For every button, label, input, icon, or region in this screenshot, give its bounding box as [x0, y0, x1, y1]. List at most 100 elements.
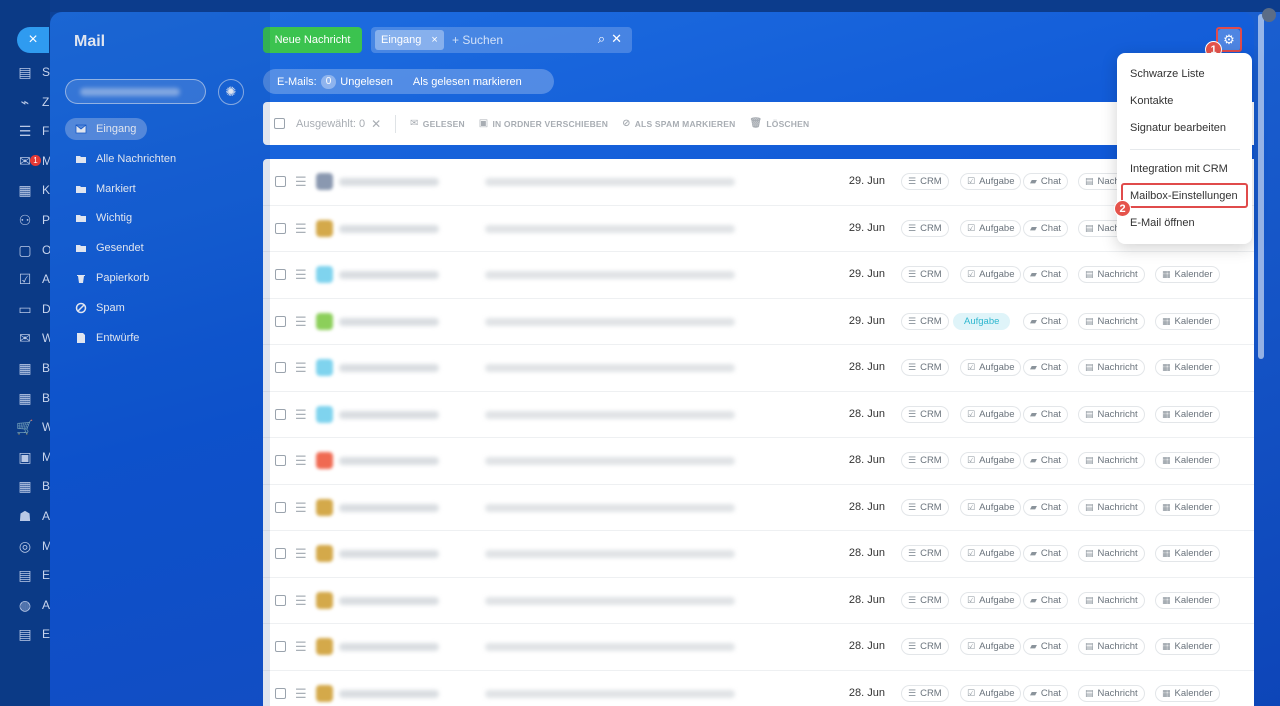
row-task-chip[interactable]: ☑ Aufgabe [960, 638, 1022, 655]
sidebar-folder-markiert[interactable]: Markiert [65, 178, 255, 200]
row-crm-chip[interactable]: ☰ CRM [901, 498, 949, 516]
sidebar-folder-entwürfe[interactable]: Entwürfe [65, 327, 255, 349]
row-task-chip[interactable]: ☑ Aufgabe [960, 545, 1022, 562]
row-chat-chip[interactable]: ▰ Chat [1023, 312, 1068, 330]
row-task-chip[interactable]: ☑ Aufgabe [960, 498, 1022, 516]
row-crm-chip[interactable]: ☰ CRM [901, 638, 949, 655]
row-checkbox[interactable] [275, 176, 286, 187]
refresh-button[interactable]: ✺ [218, 79, 244, 105]
table-row[interactable]: ☰ 29. Jun ☰ CRM Aufgabe ▰ Chat ▤ Nachricht ▦ Kalen… [263, 299, 1254, 345]
row-crm-chip[interactable]: ☰ CRM [901, 173, 949, 190]
sidebar-folder-eingang[interactable]: Eingang [65, 118, 147, 140]
table-row[interactable]: ☰ 28. Jun ☰ CRM ☑ Aufgabe ▰ Chat ▤ Nachricht ▦ Kale… [263, 531, 1254, 578]
row-task-chip[interactable]: ☑ Aufgabe [960, 452, 1022, 469]
row-chat-chip[interactable]: ▰ Chat [1023, 266, 1068, 283]
row-crm-chip[interactable]: ☰ CRM [901, 452, 949, 469]
unread-filter[interactable]: Ungelesen [340, 76, 393, 88]
row-checkbox[interactable] [275, 548, 286, 559]
rail-app-icon[interactable]: ✉ [14, 150, 36, 172]
row-message-chip[interactable]: ▤Nachricht [1078, 452, 1145, 469]
row-message-chip[interactable]: ▤Nachricht [1078, 359, 1145, 376]
row-chat-chip[interactable]: ▰ Chat [1023, 591, 1068, 609]
clear-search-icon[interactable]: ✕ [611, 31, 622, 47]
mark-spam-action[interactable]: ⊘ ALS SPAM MARKIEREN [622, 118, 735, 129]
rail-app-icon[interactable]: ▣ [14, 446, 36, 468]
mailbox-selector[interactable] [65, 79, 206, 104]
row-crm-chip[interactable]: ☰ CRM [901, 266, 949, 283]
row-task-chip[interactable]: ☑ Aufgabe [960, 173, 1022, 190]
row-chat-chip[interactable]: ▰ Chat [1023, 498, 1068, 516]
search-box[interactable]: Eingang × ⌕ ✕ [371, 27, 632, 53]
row-checkbox[interactable] [275, 687, 286, 699]
rail-app-icon[interactable]: ▦ [14, 179, 36, 201]
rail-app-icon[interactable]: ☰ [14, 120, 36, 142]
drag-handle-icon[interactable]: ☰ [295, 407, 307, 423]
row-checkbox[interactable] [275, 408, 286, 420]
row-calendar-chip[interactable]: ▦Kalender [1155, 359, 1220, 376]
clear-selection-icon[interactable]: ✕ [371, 117, 381, 131]
row-task-chip-active[interactable]: Aufgabe [953, 312, 1011, 330]
row-crm-chip[interactable]: ☰ CRM [901, 684, 949, 702]
row-calendar-chip[interactable]: ▦Kalender [1155, 405, 1220, 423]
row-chat-chip[interactable]: ▰ Chat [1023, 545, 1068, 562]
drag-handle-icon[interactable]: ☰ [295, 174, 307, 190]
table-row[interactable]: ☰ 28. Jun ☰ CRM ☑ Aufgabe ▰ Chat ▤ Nachricht ▦ Kale… [263, 578, 1254, 624]
menu-item-crm-integration[interactable]: Integration mit CRM [1130, 163, 1228, 175]
new-message-button[interactable]: Neue Nachricht [263, 27, 362, 53]
rail-app-icon[interactable]: ▤ [14, 564, 36, 586]
rail-app-icon[interactable]: 🛒 [14, 416, 36, 438]
row-crm-chip[interactable]: ☰ CRM [901, 405, 949, 423]
row-message-chip[interactable]: ▤Nachricht [1078, 312, 1145, 330]
table-row[interactable]: ☰ 28. Jun ☰ CRM ☑ Aufgabe ▰ Chat ▤ Nachricht ▦ Kale… [263, 392, 1254, 438]
row-message-chip[interactable]: ▤Nachricht [1078, 684, 1145, 702]
row-chat-chip[interactable]: ▰ Chat [1023, 359, 1068, 376]
row-message-chip[interactable]: ▤Nachricht [1078, 498, 1145, 516]
row-checkbox[interactable] [275, 362, 286, 373]
row-task-chip[interactable]: ☑ Aufgabe [960, 219, 1022, 237]
row-chat-chip[interactable]: ▰ Chat [1023, 452, 1068, 469]
table-row[interactable]: ☰ 28. Jun ☰ CRM ☑ Aufgabe ▰ Chat ▤ Nachricht ▦ Kale… [263, 485, 1254, 531]
table-row[interactable]: ☰ 28. Jun ☰ CRM ☑ Aufgabe ▰ Chat ▤ Nachricht ▦ Kale… [263, 345, 1254, 392]
drag-handle-icon[interactable]: ☰ [295, 453, 307, 469]
menu-item-blacklist[interactable]: Schwarze Liste [1130, 68, 1205, 80]
row-calendar-chip[interactable]: ▦Kalender [1155, 545, 1220, 562]
drag-handle-icon[interactable]: ☰ [295, 360, 307, 376]
row-calendar-chip[interactable]: ▦Kalender [1155, 684, 1220, 702]
menu-item-edit-signature[interactable]: Signatur bearbeiten [1130, 122, 1226, 134]
drag-handle-icon[interactable]: ☰ [295, 314, 307, 330]
row-crm-chip[interactable]: ☰ CRM [901, 219, 949, 237]
rail-app-icon[interactable]: ▤ [14, 61, 36, 83]
row-crm-chip[interactable]: ☰ CRM [901, 312, 949, 330]
row-task-chip[interactable]: ☑ Aufgabe [960, 591, 1022, 609]
drag-handle-icon[interactable]: ☰ [295, 686, 307, 702]
table-row[interactable]: ☰29. Jun☰CRM☑Aufgabe▰Chat▤Nachricht▦Kale… [263, 159, 1254, 206]
menu-item-open-email[interactable]: E-Mail öffnen [1130, 217, 1195, 229]
search-filter-tag[interactable]: Eingang × [375, 30, 444, 50]
row-checkbox[interactable] [275, 641, 286, 652]
rail-app-icon[interactable]: ◍ [14, 594, 36, 616]
menu-item-contacts[interactable]: Kontakte [1130, 95, 1173, 107]
rail-app-icon[interactable]: ▦ [14, 357, 36, 379]
row-crm-chip[interactable]: ☰ CRM [901, 591, 949, 609]
table-row[interactable]: ☰29. Jun☰CRM☑Aufgabe▰Chat▤Nachricht▦Kale… [263, 252, 1254, 299]
rail-app-icon[interactable]: ▢ [14, 239, 36, 261]
row-calendar-chip[interactable]: ▦Kalender [1155, 638, 1220, 655]
row-message-chip[interactable]: ▤Nachricht [1078, 591, 1145, 609]
drag-handle-icon[interactable]: ☰ [295, 221, 307, 237]
mark-read-action[interactable]: ✉ GELESEN [410, 118, 465, 129]
search-input[interactable] [452, 33, 582, 47]
rail-app-icon[interactable]: ▤ [14, 623, 36, 645]
row-chat-chip[interactable]: ▰ Chat [1023, 405, 1068, 423]
rail-app-icon[interactable]: ⚇ [14, 209, 36, 231]
row-task-chip[interactable]: ☑ Aufgabe [960, 405, 1022, 423]
row-message-chip[interactable]: ▤Nachricht [1078, 266, 1145, 283]
row-task-chip[interactable]: ☑ Aufgabe [960, 359, 1022, 376]
row-calendar-chip[interactable]: ▦Kalender [1155, 591, 1220, 609]
row-calendar-chip[interactable]: ▦Kalender [1155, 312, 1220, 330]
rail-app-icon[interactable]: ◎ [14, 535, 36, 557]
row-crm-chip[interactable]: ☰ CRM [901, 359, 949, 376]
drag-handle-icon[interactable]: ☰ [295, 593, 307, 609]
search-icon[interactable]: ⌕ [598, 31, 605, 47]
row-calendar-chip[interactable]: ▦Kalender [1155, 266, 1220, 283]
mark-all-read-link[interactable]: Als gelesen markieren [413, 76, 522, 88]
